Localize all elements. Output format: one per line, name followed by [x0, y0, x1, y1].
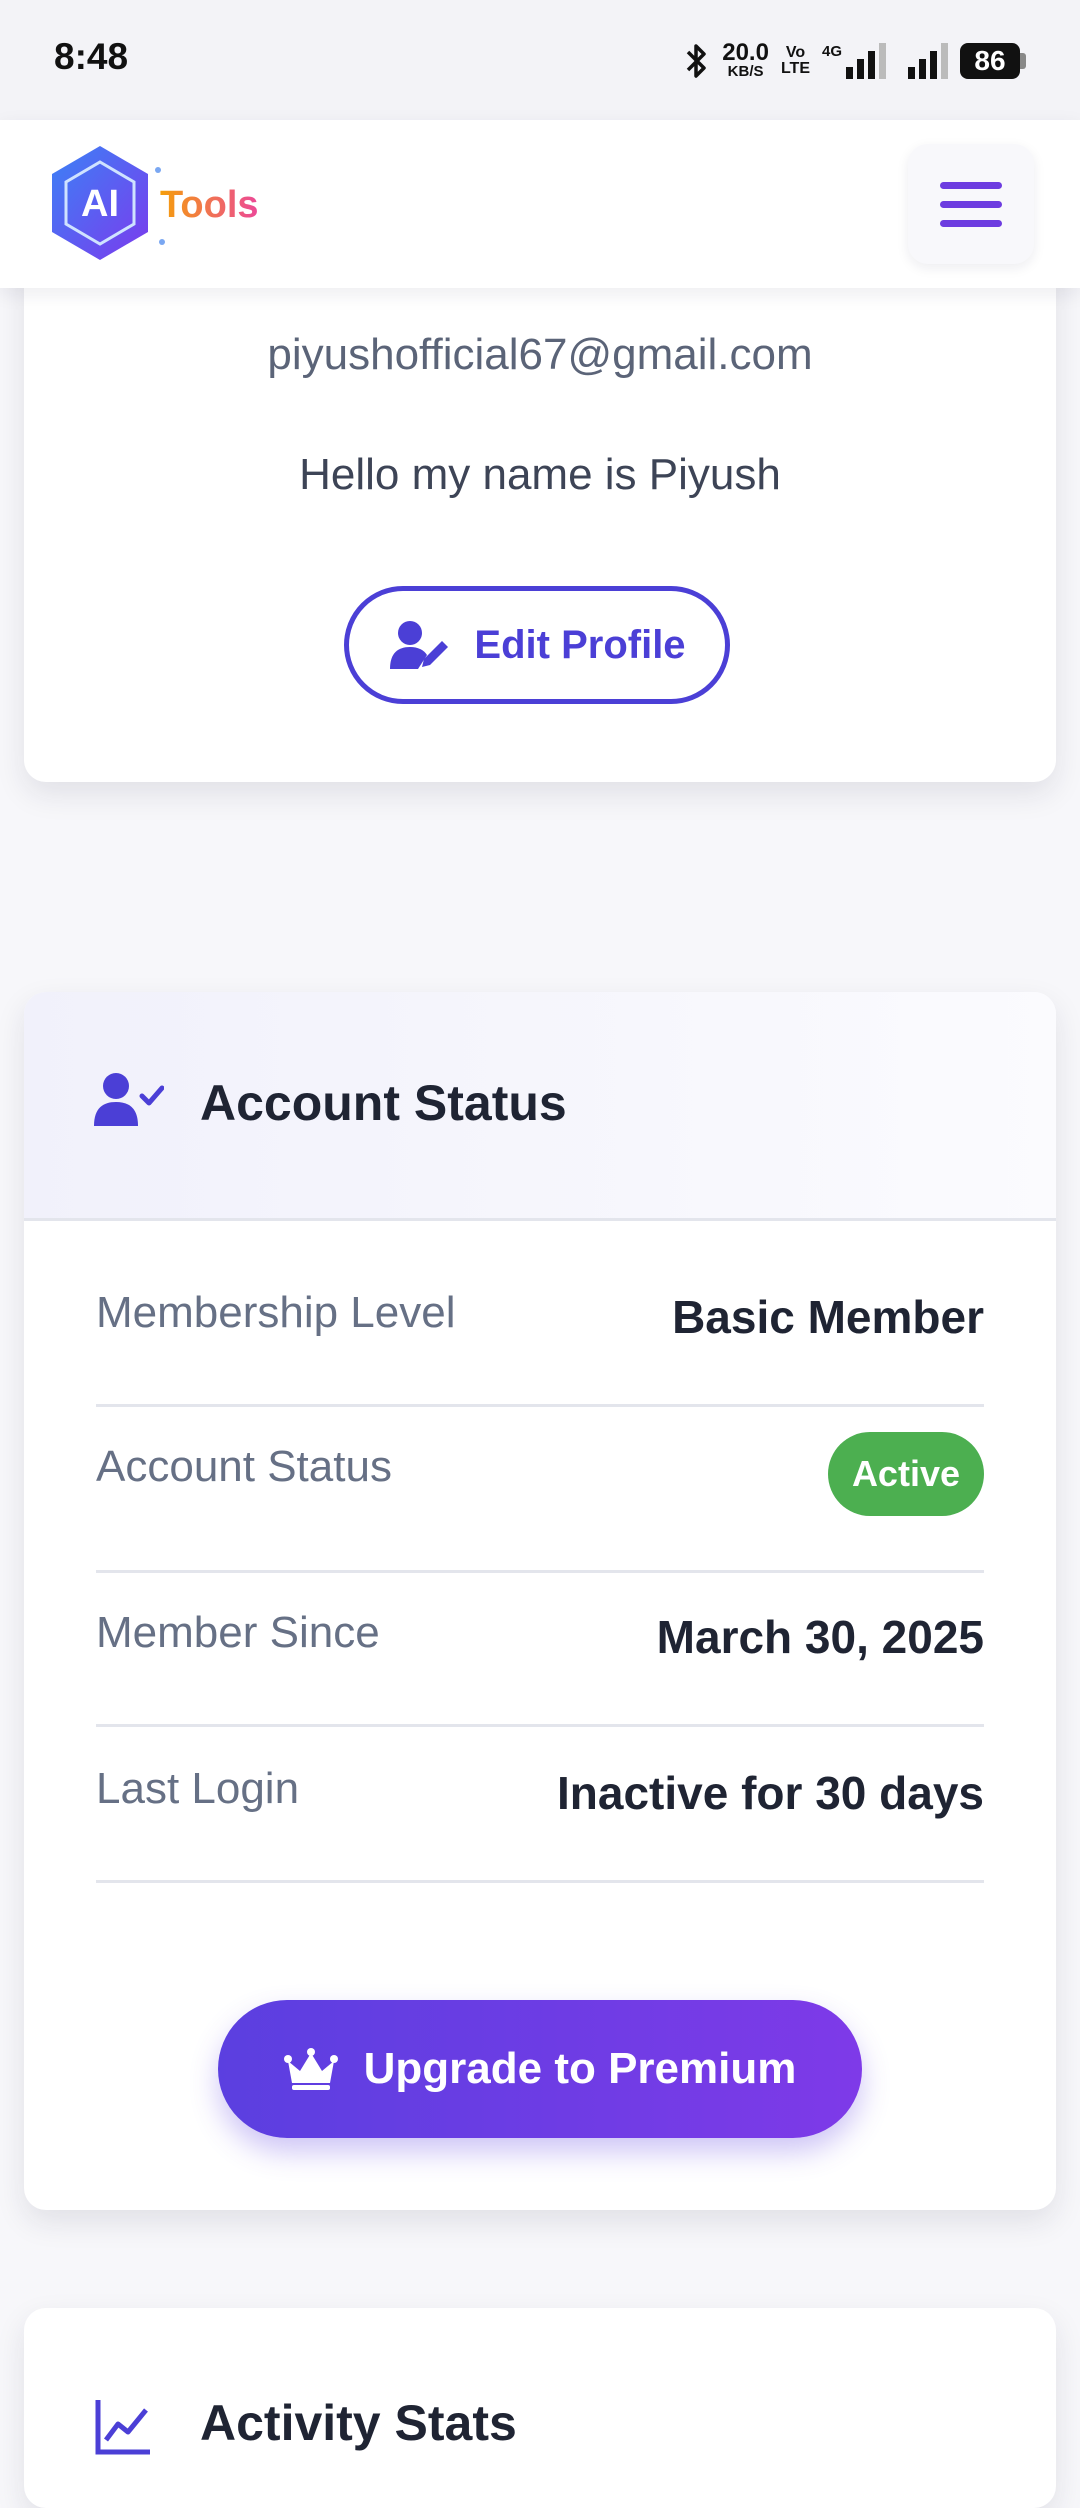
- upgrade-premium-button[interactable]: Upgrade to Premium: [218, 2000, 862, 2138]
- profile-email: piyushofficial67@gmail.com: [267, 330, 813, 379]
- status-icons: 20.0 KB/S Vo LTE 4G 86: [684, 36, 1026, 86]
- status-time: 8:48: [54, 36, 129, 77]
- logo-hexagon-icon: AI: [52, 146, 165, 260]
- menu-button[interactable]: [908, 144, 1034, 264]
- status-badge: Active: [827, 1432, 984, 1516]
- volte-indicator: Vo LTE: [780, 44, 810, 77]
- crown-icon: [283, 2048, 338, 2090]
- logo-text: Tools: [160, 184, 259, 226]
- status-bar: 8:48 20.0 KB/S Vo LTE 4G 86: [0, 0, 1080, 120]
- signal-strength-4g: 4G: [822, 43, 886, 79]
- row-last-login: Last Login Inactive for 30 days: [96, 1726, 984, 1883]
- row-membership-level: Membership Level Basic Member: [96, 1250, 984, 1407]
- account-status-card: Account Status Membership Level Basic Me…: [24, 992, 1056, 2210]
- bluetooth-icon: [686, 44, 706, 78]
- row-member-since: Member Since March 30, 2025: [96, 1570, 984, 1727]
- app-header: AI Tools: [0, 120, 1080, 288]
- membership-level-value: Basic Member: [672, 1291, 984, 1343]
- chart-line-icon: [95, 2400, 150, 2455]
- account-status-header: Account Status: [24, 992, 1056, 1221]
- battery-indicator: 86: [960, 43, 1026, 79]
- ai-tools-logo[interactable]: AI Tools: [46, 142, 276, 266]
- signal-strength-icon: [908, 43, 948, 79]
- user-edit-icon: [390, 621, 449, 669]
- activity-stats-title: Activity Stats: [200, 2395, 517, 2451]
- upgrade-premium-label: Upgrade to Premium: [363, 2044, 797, 2093]
- network-speed: 20.0 KB/S: [722, 39, 769, 81]
- row-account-status: Account Status Active: [96, 1404, 984, 1573]
- activity-stats-card: Activity Stats: [24, 2308, 1056, 2508]
- logo-badge-text: AI: [81, 183, 119, 225]
- edit-profile-label: Edit Profile: [474, 622, 686, 667]
- user-check-icon: [94, 1073, 164, 1126]
- hamburger-menu-icon: [940, 181, 1002, 189]
- profile-card: piyushofficial67@gmail.com Hello my name…: [24, 240, 1056, 782]
- last-login-value: Inactive for 30 days: [557, 1767, 984, 1819]
- edit-profile-button[interactable]: Edit Profile: [344, 586, 730, 704]
- member-since-value: March 30, 2025: [656, 1611, 984, 1663]
- account-status-title: Account Status: [200, 1075, 567, 1131]
- profile-bio: Hello my name is Piyush: [299, 450, 781, 499]
